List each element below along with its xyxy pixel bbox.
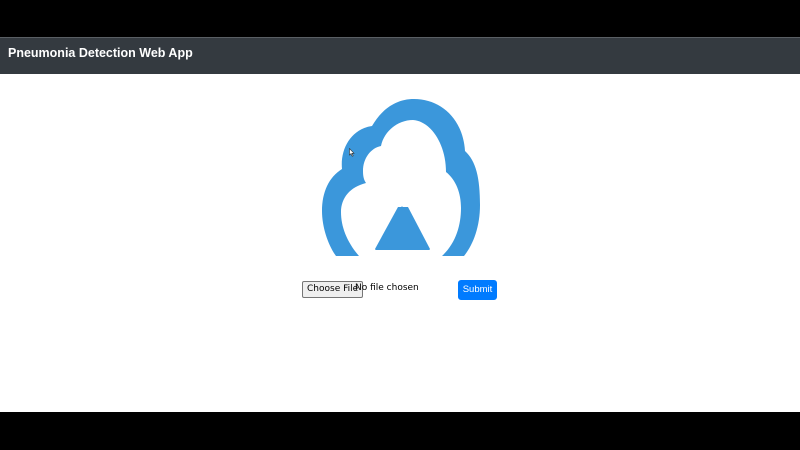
navbar-brand[interactable]: Pneumonia Detection Web App xyxy=(8,46,193,60)
up-arrow-head xyxy=(375,206,430,250)
upload-form: Choose File No file chosen Submit xyxy=(302,280,502,302)
letterbox-top xyxy=(0,0,800,37)
letterbox-bottom xyxy=(0,412,800,450)
submit-button[interactable]: Submit xyxy=(458,280,497,300)
navbar: Pneumonia Detection Web App xyxy=(0,37,800,74)
cloud-upload-icon xyxy=(322,99,480,256)
app-window: Pneumonia Detection Web App Choose File … xyxy=(0,37,800,412)
mouse-pointer-icon xyxy=(349,148,355,157)
file-status-text: No file chosen xyxy=(355,283,419,293)
choose-file-button[interactable]: Choose File xyxy=(302,281,364,298)
